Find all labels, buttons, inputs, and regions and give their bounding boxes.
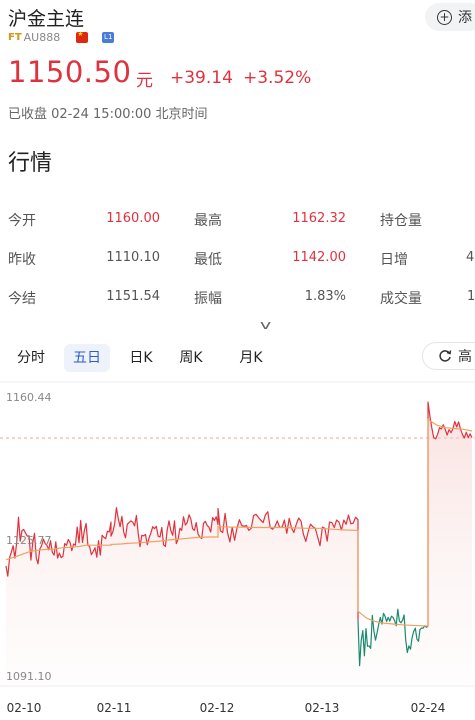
tab-five-day[interactable]: 五日 (64, 344, 110, 372)
ft-badge: FT (8, 31, 22, 43)
instrument-subline: FT AU888 L1 (8, 30, 115, 44)
stat-value-low: 1142.00 (292, 250, 346, 265)
stat-label-volume: 成交量 (380, 291, 422, 307)
instrument-title: 沪金主连 (8, 8, 85, 30)
x-tick-label: 02-10 (7, 701, 42, 715)
five-day-chart[interactable]: 1160.44 1125.77 1091.10 02-10 02-11 02-12 02-1… (0, 380, 475, 720)
x-tick-label: 02-13 (305, 701, 340, 715)
stat-value-high: 1162.32 (292, 211, 346, 226)
instrument-code: AU888 (23, 30, 61, 44)
stat-value-volume: 1 (467, 289, 475, 304)
stat-label-prev-close: 昨收 (8, 252, 36, 268)
tab-monthly-k[interactable]: 月K (230, 344, 272, 372)
refresh-icon (439, 350, 452, 362)
price-change: +39.14 (170, 68, 233, 88)
last-price: 1150.50 (8, 55, 132, 89)
price-change-percent: +3.52% (243, 68, 312, 88)
expand-chevron-icon[interactable]: v (260, 318, 271, 332)
stat-value-amplitude: 1.83% (304, 289, 346, 304)
section-title: 行情 (8, 151, 53, 176)
stat-label-high: 最高 (194, 213, 222, 229)
x-tick-label: 02-11 (97, 701, 132, 715)
add-button-label: 添 (458, 10, 472, 26)
stat-label-settle: 今结 (8, 291, 36, 307)
tab-weekly-k[interactable]: 周K (170, 344, 212, 372)
stat-value-daily-increase: 4 (466, 250, 475, 265)
plus-icon: + (437, 9, 452, 25)
chart-tools-label: 高 (458, 349, 472, 365)
stat-label-daily-increase: 日增 (380, 252, 408, 268)
stat-value-prev-close: 1110.10 (106, 250, 160, 265)
china-flag-icon (76, 30, 89, 43)
tab-daily-k[interactable]: 日K (120, 344, 162, 372)
stat-value-open: 1160.00 (106, 211, 160, 226)
stat-value-settle: 1151.54 (106, 289, 160, 304)
market-status: 已收盘 02-24 15:00:00 北京时间 (8, 107, 208, 122)
price-unit: 元 (136, 71, 153, 91)
stat-label-open-interest: 持仓量 (380, 213, 422, 229)
y-tick-label: 1160.44 (6, 391, 52, 404)
level-badge: L1 (102, 31, 115, 43)
chart-tools-button[interactable]: 高 (422, 342, 475, 370)
x-tick-label: 02-24 (411, 701, 446, 715)
stat-label-low: 最低 (194, 252, 222, 268)
x-tick-label: 02-12 (200, 701, 235, 715)
add-watchlist-button[interactable]: + 添 (425, 3, 475, 31)
tab-intraday[interactable]: 分时 (8, 344, 54, 372)
y-tick-label: 1091.10 (6, 670, 52, 683)
stat-label-open: 今开 (8, 213, 36, 229)
y-tick-label: 1125.77 (6, 534, 52, 547)
stat-label-amplitude: 振幅 (194, 291, 222, 307)
